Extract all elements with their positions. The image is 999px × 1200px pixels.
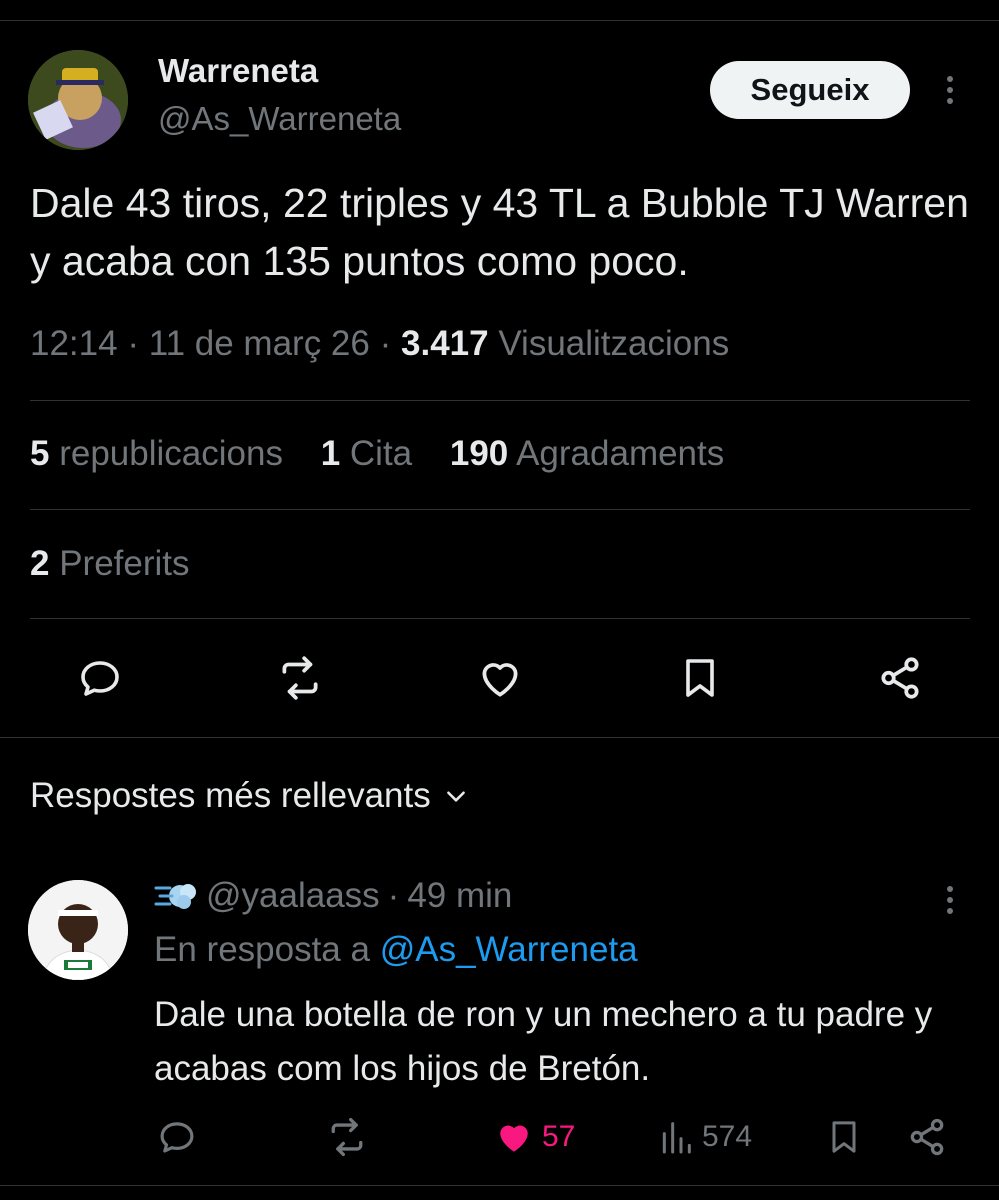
reply-bookmark-button[interactable] <box>824 1112 864 1162</box>
chevron-down-icon <box>446 791 465 802</box>
reposts-label: republicacions <box>59 434 283 473</box>
dot-separator: · <box>387 876 400 915</box>
reply-text: Dale una botella de ron y un mechero a t… <box>154 995 933 1088</box>
tweet-text: Dale 43 tiros, 22 triples y 43 TL a Bubb… <box>30 180 969 284</box>
more-icon[interactable] <box>935 880 965 920</box>
divider <box>0 737 999 738</box>
likes-label: Agradaments <box>516 434 725 473</box>
quotes-count: 1 <box>320 434 341 473</box>
bookmarks-label: Preferits <box>59 544 190 583</box>
repost-icon <box>331 1117 363 1157</box>
reply-icon <box>160 1122 194 1153</box>
quotes-label: Cita <box>349 434 413 473</box>
divider <box>30 400 970 401</box>
views-icon <box>662 1122 691 1154</box>
bookmarks-count: 2 <box>30 544 50 583</box>
author-handle[interactable]: @As_Warreneta <box>158 100 401 138</box>
bookmarks-stat[interactable]: 2 Preferits <box>30 544 190 584</box>
divider <box>30 509 970 510</box>
bookmark-icon[interactable] <box>672 650 728 706</box>
reply-handle[interactable]: @yaalaass <box>206 876 380 916</box>
divider <box>30 618 970 619</box>
reply-header: @yaalaass · 49 min <box>154 876 512 916</box>
replies-sort-label: Respostes més rellevants <box>30 776 431 815</box>
dash-emoji-icon <box>154 884 196 909</box>
share-icon[interactable] <box>872 650 928 706</box>
top-divider <box>0 20 999 21</box>
reposts-count: 5 <box>30 434 50 473</box>
reply-avatar[interactable] <box>28 880 128 980</box>
divider <box>0 1185 999 1186</box>
tweet-meta: 12:14 · 11 de març 26 · 3.417 Visualitza… <box>30 324 730 363</box>
reply-views-count: 574 <box>702 1120 753 1153</box>
share-icon <box>910 1118 944 1156</box>
views-label: Visualitzacions <box>498 324 730 363</box>
tweet-date[interactable]: 11 de març 26 <box>149 324 370 363</box>
more-icon[interactable] <box>935 70 965 110</box>
reply-reply-button[interactable] <box>156 1112 198 1162</box>
reply-share-button[interactable] <box>905 1112 949 1162</box>
reply-likes-count: 57 <box>542 1120 576 1153</box>
reply-time[interactable]: 49 min <box>407 876 512 916</box>
tweet-time[interactable]: 12:14 <box>30 324 118 363</box>
reply-context: En resposta a @As_Warreneta <box>154 930 638 970</box>
author-avatar[interactable] <box>28 50 128 150</box>
reply-to-link[interactable]: @As_Warreneta <box>380 930 638 969</box>
quotes-stat[interactable]: 1 Cita <box>321 434 422 473</box>
reply-icon[interactable] <box>72 650 128 706</box>
repost-icon[interactable] <box>272 650 328 706</box>
reposts-stat[interactable]: 5 republicacions <box>30 434 293 473</box>
reply-prefix: En resposta a <box>154 930 370 969</box>
author-name[interactable]: Warreneta <box>158 52 318 90</box>
bookmark-icon <box>832 1121 856 1153</box>
engagement-stats: 5 republicacions 1 Cita 190 Agradaments <box>30 434 752 474</box>
likes-stat[interactable]: 190 Agradaments <box>450 434 724 473</box>
likes-count: 190 <box>449 434 509 473</box>
reply-like-button[interactable]: 57 <box>492 1112 575 1162</box>
heart-icon[interactable] <box>472 650 528 706</box>
follow-button[interactable]: Segueix <box>710 61 910 119</box>
reply-repost-button[interactable] <box>325 1112 369 1162</box>
views-count: 3.417 <box>401 324 489 363</box>
heart-icon <box>500 1125 528 1152</box>
replies-sort-dropdown[interactable]: Respostes més rellevants <box>30 776 469 816</box>
reply-views-button[interactable]: 574 <box>656 1112 752 1162</box>
